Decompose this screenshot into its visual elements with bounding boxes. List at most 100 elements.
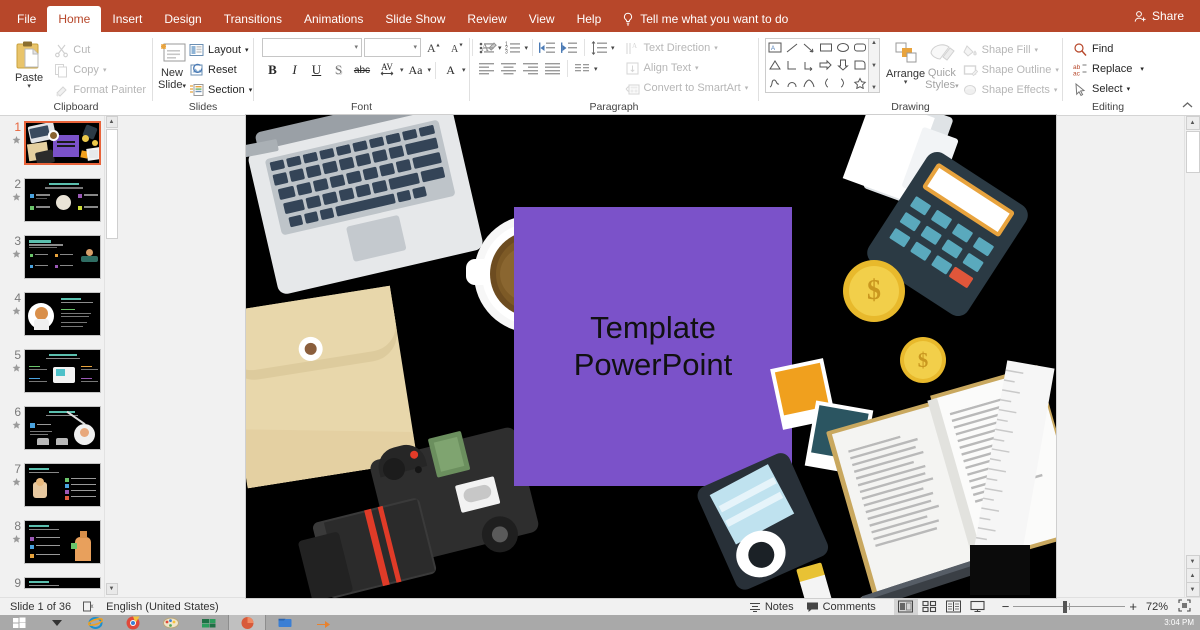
thumbnail-row[interactable]: 1 xyxy=(0,116,118,173)
columns-caret[interactable]: ▾ xyxy=(594,65,598,73)
shape-rectangle[interactable] xyxy=(817,39,834,57)
shape-curve[interactable] xyxy=(783,74,800,92)
find-button[interactable]: Find xyxy=(1071,39,1146,59)
slide-thumbnail-4[interactable] xyxy=(24,292,101,336)
bullets-button[interactable] xyxy=(476,38,497,58)
columns-button[interactable] xyxy=(572,59,593,79)
copy-button[interactable]: Copy ▾ xyxy=(52,60,148,80)
zoom-in-button[interactable]: + xyxy=(1125,599,1141,614)
grow-font-button[interactable]: A xyxy=(423,37,444,57)
slide-thumbnail-pane[interactable]: 1 2 3 4 5 6 7 8 9 ▲ ▼ xyxy=(0,116,118,597)
arrange-button[interactable]: Arrange ▾ xyxy=(886,39,925,86)
taskbar-item-folder[interactable] xyxy=(266,615,304,630)
tab-view[interactable]: View xyxy=(518,6,566,32)
thumbnail-row[interactable]: 4 xyxy=(0,287,118,344)
change-case-button[interactable]: Aa xyxy=(405,60,427,80)
scroll-down-button[interactable]: ▼ xyxy=(1185,555,1200,569)
shape-down-arrow[interactable] xyxy=(834,57,851,75)
shape-gallery[interactable]: A xyxy=(765,38,869,93)
replace-button[interactable]: ab ac Replace ▾ xyxy=(1071,59,1146,79)
taskbar-item-arrow-app[interactable] xyxy=(304,615,342,630)
tab-file[interactable]: File xyxy=(6,6,47,32)
shape-gallery-scrollbar[interactable]: ▲ ▼ ▼ xyxy=(869,38,880,93)
character-spacing-button[interactable]: AV xyxy=(375,60,399,80)
convert-to-smartart-button[interactable]: Convert to SmartArt ▾ xyxy=(623,78,751,98)
thumbnail-scroll-down-button[interactable]: ▼ xyxy=(105,583,118,595)
slide-counter[interactable]: Slide 1 of 36 xyxy=(4,601,77,613)
title-placeholder[interactable]: Template PowerPoint xyxy=(514,207,792,486)
shape-rounded-rectangle[interactable] xyxy=(851,39,868,57)
reading-view-button[interactable] xyxy=(942,598,966,615)
slide-sorter-button[interactable] xyxy=(918,598,942,615)
change-case-caret[interactable]: ▾ xyxy=(428,66,432,74)
shape-effects-button[interactable]: Shape Effects ▾ xyxy=(961,80,1061,100)
zoom-level[interactable]: 72% xyxy=(1141,601,1173,613)
show-desktop-button[interactable] xyxy=(38,615,76,630)
align-text-button[interactable]: Align Text ▾ xyxy=(623,58,751,78)
normal-view-button[interactable] xyxy=(893,598,918,615)
slide-thumbnail-7[interactable] xyxy=(24,463,101,507)
slide-thumbnail-1[interactable] xyxy=(24,121,101,165)
zoom-slider[interactable] xyxy=(1013,598,1126,615)
tab-transitions[interactable]: Transitions xyxy=(213,6,293,32)
thumbnail-row[interactable]: 9 xyxy=(0,572,118,597)
font-color-caret[interactable]: ▾ xyxy=(462,66,466,74)
slide-thumbnail-5[interactable] xyxy=(24,349,101,393)
italic-button[interactable]: I xyxy=(284,60,305,80)
shape-elbow-connector[interactable] xyxy=(783,57,800,75)
gallery-scroll-up-icon[interactable]: ▲ xyxy=(871,40,877,46)
taskbar-item-powerpoint[interactable] xyxy=(228,615,266,630)
text-shadow-button[interactable]: S xyxy=(328,60,349,80)
spell-check-icon[interactable]: x xyxy=(83,601,96,613)
gallery-scroll-down-icon[interactable]: ▼ xyxy=(871,63,877,69)
shape-arrow[interactable] xyxy=(800,39,817,57)
slide-show-button[interactable] xyxy=(966,598,990,615)
previous-slide-button[interactable]: ▲ xyxy=(1185,569,1200,583)
text-direction-button[interactable]: A Text Direction ▾ xyxy=(623,38,751,58)
cut-button[interactable]: Cut xyxy=(52,40,148,60)
shape-oval[interactable] xyxy=(834,39,851,57)
slide-thumbnail-6[interactable] xyxy=(24,406,101,450)
scroll-thumb[interactable] xyxy=(1185,131,1200,173)
shape-pentagon-callout[interactable] xyxy=(851,57,868,75)
thumbnail-row[interactable]: 7 xyxy=(0,458,118,515)
taskbar-item-internet-explorer[interactable] xyxy=(76,615,114,630)
scroll-up-button[interactable]: ▲ xyxy=(1185,116,1200,130)
thumbnail-row[interactable]: 6 xyxy=(0,401,118,458)
thumbnail-scroll-up-button[interactable]: ▲ xyxy=(105,116,118,128)
numbering-button[interactable]: 123 xyxy=(503,38,524,58)
select-button[interactable]: Select ▾ xyxy=(1071,79,1146,99)
quick-styles-button[interactable]: Quick Styles▾ xyxy=(925,39,959,93)
slide-scrollbar[interactable]: ▲ ▼ ▲ ▼ xyxy=(1184,116,1200,597)
slide-thumbnail-2[interactable] xyxy=(24,178,101,222)
shape-triangle[interactable] xyxy=(766,57,783,75)
slide-thumbnail-9[interactable] xyxy=(24,577,101,589)
thumbnail-scrollbar[interactable]: ▲ ▼ xyxy=(104,116,118,597)
thumbnail-row[interactable]: 3 xyxy=(0,230,118,287)
zoom-out-button[interactable]: − xyxy=(998,599,1014,614)
taskbar-item-paint[interactable] xyxy=(152,615,190,630)
shape-right-brace[interactable] xyxy=(834,74,851,92)
decrease-indent-button[interactable] xyxy=(537,38,558,58)
shape-star[interactable] xyxy=(851,74,868,92)
tab-help[interactable]: Help xyxy=(566,6,613,32)
fit-to-window-button[interactable] xyxy=(1173,598,1196,615)
current-slide[interactable]: Template PowerPoint $ $ xyxy=(246,115,1056,598)
tell-me-box[interactable]: Tell me what you want to do xyxy=(622,6,788,32)
shape-scribble[interactable] xyxy=(766,74,783,92)
increase-indent-button[interactable] xyxy=(559,38,580,58)
bold-button[interactable]: B xyxy=(262,60,283,80)
shape-fill-button[interactable]: Shape Fill ▾ xyxy=(961,40,1061,60)
align-right-button[interactable] xyxy=(520,59,541,79)
slide-thumbnail-8[interactable] xyxy=(24,520,101,564)
shape-textbox[interactable]: A xyxy=(766,39,783,57)
taskbar-clock[interactable]: 3:04 PM xyxy=(1164,618,1194,627)
bullets-caret[interactable]: ▾ xyxy=(498,44,502,52)
paste-button[interactable]: Paste ▾ xyxy=(10,38,48,90)
format-painter-button[interactable]: Format Painter xyxy=(52,80,148,100)
taskbar-item-excel[interactable] xyxy=(190,615,228,630)
shrink-font-button[interactable]: A xyxy=(446,37,467,57)
layout-button[interactable]: Layout ▾ xyxy=(187,40,254,60)
align-center-button[interactable] xyxy=(498,59,519,79)
reset-button[interactable]: Reset xyxy=(187,60,254,80)
